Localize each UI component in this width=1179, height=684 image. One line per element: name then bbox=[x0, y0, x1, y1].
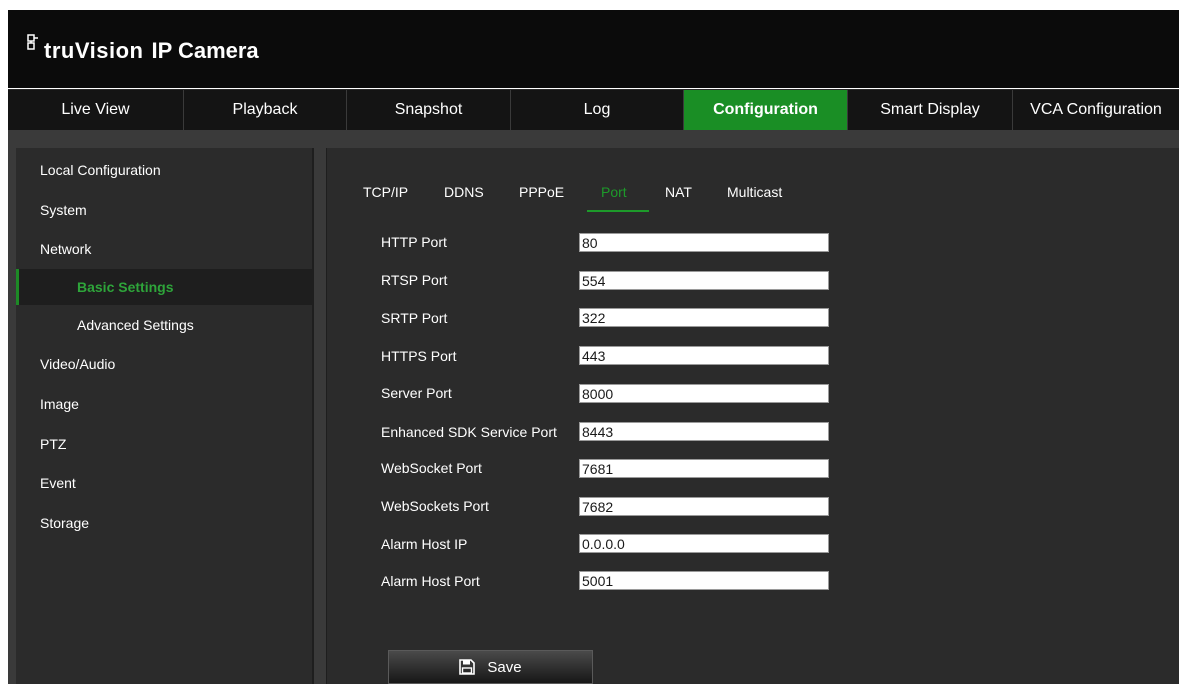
sidebar-item-system[interactable]: System bbox=[16, 192, 312, 228]
https-port-label: HTTPS Port bbox=[381, 348, 457, 364]
srtp-port-input[interactable] bbox=[579, 308, 829, 327]
sidebar-item-advanced-settings[interactable]: Advanced Settings bbox=[16, 307, 312, 343]
server-port-input[interactable] bbox=[579, 384, 829, 403]
active-tab-indicator bbox=[587, 210, 649, 212]
http-port-label: HTTP Port bbox=[381, 234, 447, 250]
websocket-port-input[interactable] bbox=[579, 459, 829, 478]
sidebar-item-network[interactable]: Network bbox=[16, 231, 312, 267]
rtsp-port-input[interactable] bbox=[579, 271, 829, 290]
alarm-host-ip-label: Alarm Host IP bbox=[381, 536, 468, 552]
tab-nat[interactable]: NAT bbox=[665, 184, 692, 200]
https-port-input[interactable] bbox=[579, 346, 829, 365]
nav-tab-smart-display[interactable]: Smart Display bbox=[848, 90, 1013, 130]
floppy-disk-icon bbox=[459, 659, 476, 675]
logo-brand-text: truVision bbox=[44, 38, 144, 63]
sidebar-item-event[interactable]: Event bbox=[16, 465, 312, 501]
save-button-label: Save bbox=[487, 658, 522, 676]
websockets-port-label: WebSockets Port bbox=[381, 498, 489, 514]
alarm-host-port-input[interactable] bbox=[579, 571, 829, 590]
logo-product-text: IP Camera bbox=[151, 38, 259, 63]
tab-multicast[interactable]: Multicast bbox=[727, 184, 782, 200]
websockets-port-input[interactable] bbox=[579, 497, 829, 516]
tab-tcp-ip[interactable]: TCP/IP bbox=[363, 184, 408, 200]
save-button[interactable]: Save bbox=[388, 650, 593, 684]
nav-tab-snapshot[interactable]: Snapshot bbox=[347, 90, 511, 130]
content-panel: TCP/IP DDNS PPPoE Port NAT Multicast HTT… bbox=[326, 148, 1179, 684]
logo: truVision IP Camera bbox=[26, 34, 259, 64]
sidebar-item-ptz[interactable]: PTZ bbox=[16, 426, 312, 462]
nav-tab-vca-configuration[interactable]: VCA Configuration bbox=[1013, 90, 1179, 130]
main-nav: Live View Playback Snapshot Log Configur… bbox=[8, 89, 1179, 131]
sidebar-item-video-audio[interactable]: Video/Audio bbox=[16, 346, 312, 382]
http-port-input[interactable] bbox=[579, 233, 829, 252]
srtp-port-label: SRTP Port bbox=[381, 310, 448, 326]
sidebar: Local Configuration System Network Basic… bbox=[16, 148, 314, 684]
nav-tab-live-view[interactable]: Live View bbox=[8, 90, 184, 130]
websocket-port-label: WebSocket Port bbox=[381, 460, 482, 476]
enhanced-sdk-service-port-label: Enhanced SDK Service Port bbox=[381, 424, 557, 440]
nav-tab-configuration[interactable]: Configuration bbox=[684, 90, 848, 130]
alarm-host-port-label: Alarm Host Port bbox=[381, 573, 480, 589]
sidebar-item-storage[interactable]: Storage bbox=[16, 505, 312, 541]
tab-ddns[interactable]: DDNS bbox=[444, 184, 484, 200]
alarm-host-ip-input[interactable] bbox=[579, 534, 829, 553]
nav-tab-log[interactable]: Log bbox=[511, 90, 684, 130]
sidebar-item-local-configuration[interactable]: Local Configuration bbox=[16, 152, 312, 188]
rtsp-port-label: RTSP Port bbox=[381, 272, 448, 288]
tab-pppoe[interactable]: PPPoE bbox=[519, 184, 564, 200]
server-port-label: Server Port bbox=[381, 385, 452, 401]
truvision-logo-icon bbox=[27, 34, 38, 50]
sidebar-item-image[interactable]: Image bbox=[16, 386, 312, 422]
enhanced-sdk-service-port-input[interactable] bbox=[579, 422, 829, 441]
sidebar-item-basic-settings[interactable]: Basic Settings bbox=[16, 269, 312, 305]
tab-port[interactable]: Port bbox=[601, 184, 627, 200]
nav-tab-playback[interactable]: Playback bbox=[184, 90, 347, 130]
app-header: truVision IP Camera bbox=[8, 10, 1179, 88]
